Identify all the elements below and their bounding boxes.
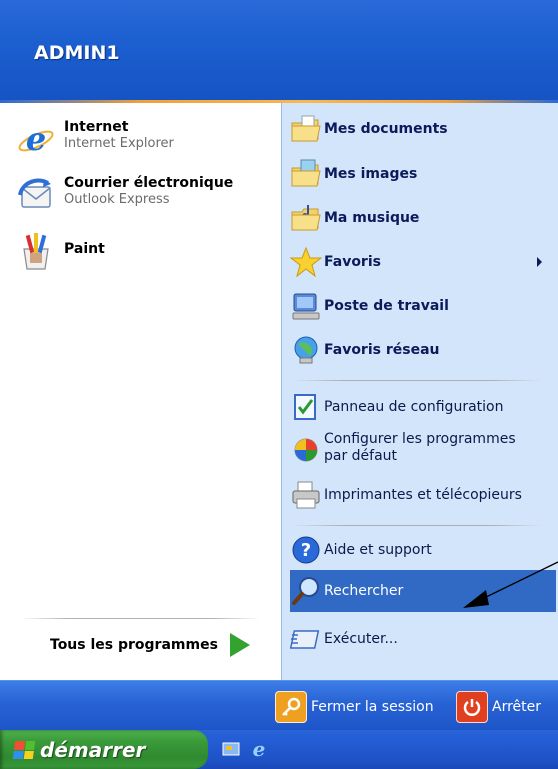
menu-item-label: Aide et support — [324, 542, 432, 558]
menu-item-my-music[interactable]: Ma musique — [290, 202, 419, 234]
svg-text:e: e — [26, 120, 46, 158]
key-icon — [275, 691, 307, 723]
submenu-arrow-icon — [537, 257, 542, 267]
control-panel-icon — [290, 391, 322, 423]
menu-item-label-line1: Configurer les programmes — [324, 431, 516, 447]
all-programs-label: Tous les programmes — [50, 637, 218, 653]
menu-item-label: Imprimantes et télécopieurs — [324, 487, 522, 503]
menu-item-label: Exécuter... — [324, 631, 398, 647]
pinned-item-subtitle: Outlook Express — [64, 192, 170, 207]
svg-text:?: ? — [301, 540, 311, 561]
menu-item-my-documents[interactable]: Mes documents — [290, 113, 448, 145]
menu-item-label: Ma musique — [324, 210, 420, 226]
menu-item-favorites[interactable]: Favoris — [290, 246, 552, 278]
menu-item-label: Rechercher — [324, 583, 404, 599]
pinned-item-title: Paint — [64, 241, 105, 257]
pinned-programs-pane: e Internet Internet Explorer Courrier él… — [0, 103, 280, 680]
menu-item-default-programs[interactable]: Configurer les programmes par défaut — [290, 431, 516, 465]
logoff-button[interactable]: Fermer la session — [275, 691, 434, 723]
internet-explorer-icon: e — [16, 119, 56, 159]
start-button[interactable]: démarrer — [0, 730, 208, 769]
menu-item-help[interactable]: ? Aide et support — [290, 534, 432, 566]
my-documents-folder-icon — [290, 113, 322, 145]
my-music-folder-icon — [290, 202, 322, 234]
outlook-express-icon — [16, 175, 56, 215]
menu-item-my-computer[interactable]: Poste de travail — [290, 290, 449, 322]
my-computer-icon — [290, 290, 322, 322]
help-icon: ? — [290, 534, 322, 566]
power-icon — [456, 691, 488, 723]
printer-icon — [290, 479, 322, 511]
menu-item-control-panel[interactable]: Panneau de configuration — [290, 391, 503, 423]
default-programs-icon — [290, 432, 322, 464]
menu-item-label: Configurer les programmes par défaut — [324, 431, 516, 465]
menu-item-network-places[interactable]: Favoris réseau — [290, 334, 440, 366]
divider — [20, 618, 260, 619]
all-programs-button[interactable]: Tous les programmes — [50, 633, 250, 657]
my-pictures-folder-icon — [290, 158, 322, 190]
internet-explorer-quicklaunch-icon[interactable]: e — [248, 737, 270, 761]
pinned-item-title: Internet — [64, 119, 129, 135]
menu-item-label: Mes documents — [324, 121, 448, 137]
divider — [292, 525, 542, 526]
menu-item-label: Mes images — [324, 166, 418, 182]
places-pane: Mes documents Mes images Ma musique Favo… — [281, 103, 558, 680]
divider — [292, 380, 542, 381]
green-arrow-icon — [229, 633, 250, 657]
shutdown-button[interactable]: Arrêter — [456, 691, 541, 723]
network-places-icon — [290, 334, 322, 366]
run-icon — [290, 623, 322, 655]
show-desktop-icon[interactable] — [220, 738, 242, 760]
pinned-item-title: Courrier électronique — [64, 175, 234, 191]
user-name: ADMIN1 — [34, 42, 120, 64]
menu-item-my-pictures[interactable]: Mes images — [290, 158, 417, 190]
svg-text:e: e — [253, 738, 266, 760]
start-label: démarrer — [40, 737, 146, 762]
favorites-star-icon — [290, 246, 322, 278]
windows-flag-icon — [12, 740, 36, 759]
pinned-item-paint[interactable]: Paint — [16, 231, 105, 271]
menu-item-run[interactable]: Exécuter... — [290, 623, 398, 655]
taskbar: démarrer e — [0, 730, 558, 769]
menu-item-search[interactable]: Rechercher — [290, 570, 556, 612]
menu-item-label-line2: par défaut — [324, 448, 398, 464]
pinned-item-email[interactable]: Courrier électronique Outlook Express — [16, 175, 233, 215]
search-icon — [290, 575, 322, 607]
menu-item-label: Panneau de configuration — [324, 399, 504, 415]
start-menu-header: ADMIN1 — [0, 0, 558, 100]
start-menu-footer: Fermer la session Arrêter — [0, 680, 558, 731]
menu-item-printers[interactable]: Imprimantes et télécopieurs — [290, 479, 522, 511]
menu-item-label: Favoris — [324, 254, 381, 270]
menu-item-label: Favoris réseau — [324, 342, 440, 358]
pinned-item-internet[interactable]: e Internet Internet Explorer — [16, 119, 174, 159]
shutdown-label: Arrêter — [492, 699, 542, 715]
logoff-label: Fermer la session — [311, 699, 434, 715]
menu-item-label: Poste de travail — [324, 298, 449, 314]
pinned-item-subtitle: Internet Explorer — [64, 136, 174, 151]
paint-icon — [16, 231, 56, 271]
